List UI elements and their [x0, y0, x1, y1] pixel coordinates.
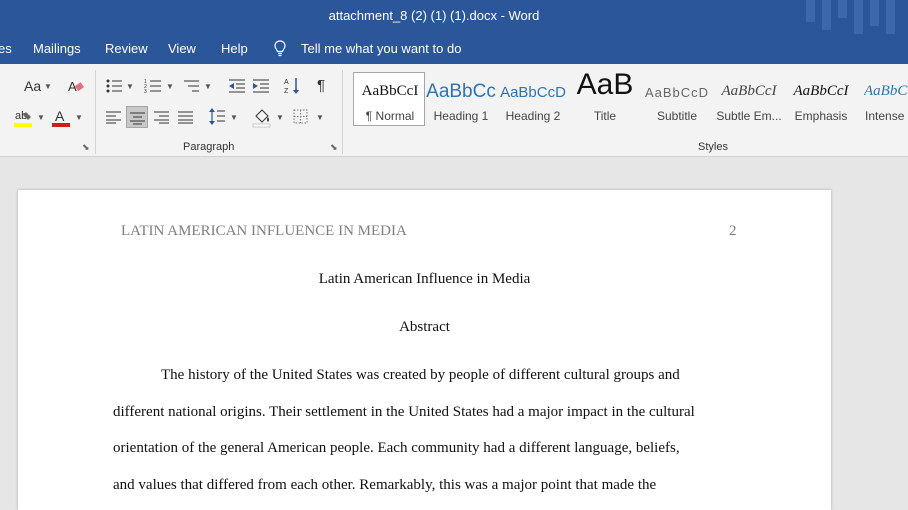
lightbulb-icon [274, 40, 286, 57]
running-head: LATIN AMERICAN INFLUENCE IN MEDIA [121, 223, 407, 239]
chevron-down-icon[interactable]: ▼ [230, 113, 238, 122]
tab-review[interactable]: Review [105, 41, 148, 56]
style-name: Subtle Em... [716, 109, 782, 123]
titlebar-decoration [806, 0, 815, 22]
style-name: Intense E [865, 109, 908, 123]
style-sample: AaBbCcI [721, 83, 777, 99]
style-sample: AaBbCcI [793, 83, 849, 99]
svg-text:A: A [284, 79, 289, 86]
titlebar-decoration [822, 0, 831, 30]
borders-icon[interactable] [293, 109, 309, 125]
page-number: 2 [729, 223, 737, 239]
align-center-button[interactable] [126, 106, 148, 128]
style-emphasis[interactable]: AaBbCcI Emphasis [785, 72, 857, 126]
body-line: different national origins. Their settle… [113, 404, 695, 420]
chevron-down-icon[interactable]: ▼ [37, 113, 45, 122]
titlebar-decoration [854, 0, 863, 34]
sort-icon[interactable]: A Z [284, 76, 300, 96]
styles-group-label: Styles [698, 141, 728, 153]
style-name: Subtitle [656, 109, 698, 123]
bullets-icon[interactable] [105, 78, 123, 94]
line-spacing-icon[interactable] [208, 108, 226, 126]
align-left-icon[interactable] [106, 110, 122, 124]
pilcrow-icon[interactable]: ¶ [317, 78, 325, 94]
align-center-icon [130, 112, 145, 125]
style-sample: AaBbCc [426, 81, 496, 102]
title-bar: attachment_8 (2) (1) (1).docx - Word [0, 0, 908, 34]
style-name: ¶ Normal [365, 109, 415, 123]
style-title[interactable]: AaB Title [569, 68, 641, 126]
change-case-button[interactable]: Aa [24, 78, 41, 94]
justify-icon[interactable] [178, 110, 194, 124]
style-heading-1[interactable]: AaBbCc Heading 1 [425, 72, 497, 126]
section-heading: Abstract [399, 319, 450, 335]
chevron-down-icon[interactable]: ▼ [44, 82, 52, 91]
decrease-indent-icon[interactable] [228, 78, 246, 94]
chevron-down-icon[interactable]: ▼ [75, 113, 83, 122]
svg-text:3: 3 [144, 89, 147, 94]
chevron-down-icon[interactable]: ▼ [166, 82, 174, 91]
tab-view[interactable]: View [168, 41, 196, 56]
chevron-down-icon[interactable]: ▼ [204, 82, 212, 91]
style-sample: AaBbCcI [864, 83, 908, 99]
chevron-down-icon[interactable]: ▼ [126, 82, 134, 91]
document-title: Latin American Influence in Media [318, 271, 531, 287]
tab-mailings[interactable]: Mailings [33, 41, 81, 56]
svg-text:Z: Z [284, 88, 289, 95]
numbering-icon[interactable]: 1 2 3 [144, 78, 162, 94]
style-name: Emphasis [794, 109, 848, 123]
increase-indent-icon[interactable] [252, 78, 270, 94]
style-name: Heading 1 [433, 109, 489, 123]
style-subtitle[interactable]: AaBbCcD Subtitle [641, 72, 713, 126]
style-intense-emphasis[interactable]: AaBbCcI Intense E [857, 72, 908, 126]
style-sample: AaBbCcD [644, 85, 710, 100]
highlight-color-icon[interactable]: ab [14, 108, 34, 128]
shading-icon[interactable] [252, 106, 272, 128]
style-subtle-emphasis[interactable]: AaBbCcI Subtle Em... [713, 72, 785, 126]
body-line: orientation of the general American peop… [113, 440, 680, 456]
body-line: and values that differed from each other… [113, 477, 657, 493]
font-color-icon[interactable]: A [52, 108, 70, 128]
group-divider [342, 70, 343, 154]
style-name: Heading 2 [505, 109, 561, 123]
multilevel-list-icon[interactable] [183, 78, 201, 94]
paragraph-dialog-launcher[interactable]: ⬊ [330, 142, 338, 153]
titlebar-decoration [886, 0, 895, 34]
tell-me-search[interactable]: Tell me what you want to do [301, 41, 461, 56]
tab-references[interactable]: es [0, 41, 12, 56]
chevron-down-icon[interactable]: ▼ [276, 113, 284, 122]
style-sample: AaBbCcI [361, 83, 419, 99]
style-sample: AaBbCcD [500, 84, 566, 101]
svg-text:A: A [55, 108, 65, 124]
style-normal[interactable]: AaBbCcI ¶ Normal [353, 72, 425, 126]
style-sample: AaB [576, 68, 634, 101]
tab-help[interactable]: Help [221, 41, 248, 56]
align-right-icon[interactable] [154, 110, 170, 124]
group-divider [95, 70, 96, 154]
titlebar-decoration [870, 0, 879, 26]
font-dialog-launcher[interactable]: ⬊ [82, 142, 90, 153]
window-title: attachment_8 (2) (1) (1).docx - Word [328, 8, 540, 23]
style-name: Title [593, 109, 617, 123]
ribbon-tabs: es Mailings Review View Help Tell me wha… [0, 34, 908, 64]
titlebar-decoration [838, 0, 847, 18]
clear-formatting-icon[interactable]: A [68, 79, 84, 93]
chevron-down-icon[interactable]: ▼ [316, 113, 324, 122]
paragraph-group-label: Paragraph [183, 141, 235, 153]
style-heading-2[interactable]: AaBbCcD Heading 2 [497, 72, 569, 126]
body-line: The history of the United States was cre… [161, 367, 680, 383]
